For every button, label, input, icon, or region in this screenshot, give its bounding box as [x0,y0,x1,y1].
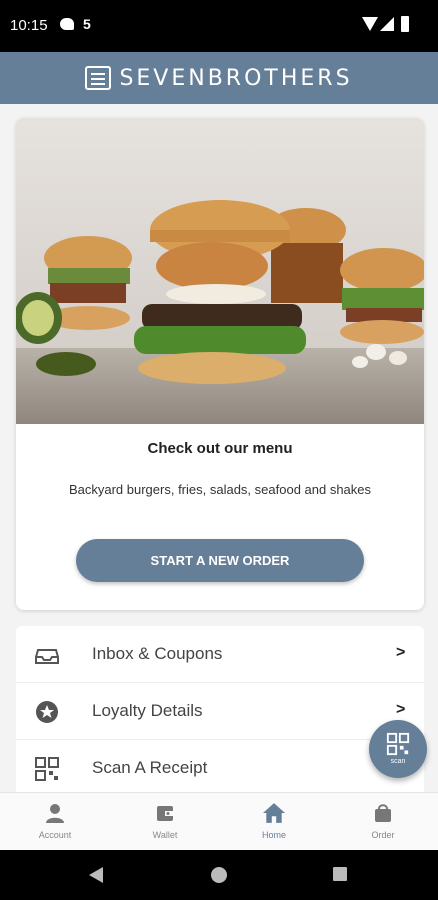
wallet-icon [157,806,173,821]
list-item-label: Scan A Receipt [92,758,208,777]
list-item-scan-receipt[interactable]: Scan A Receipt [16,740,424,792]
brand-name: SEVENBROTHERS [119,65,353,91]
nav-item-home[interactable]: Home [219,793,329,851]
menu-card: Check out our menu Backyard burgers, fri… [16,118,424,610]
qr-icon [35,757,59,781]
app-header: SEVENBROTHERS [0,52,438,104]
nav-label: Account [38,830,72,840]
nav-item-order[interactable]: Order [328,793,438,851]
brand-logo-icon [85,66,112,90]
list-item-label: Loyalty Details [92,701,203,720]
nav-item-account[interactable]: Account [0,793,110,851]
list-item-label: Inbox & Coupons [92,644,223,663]
nav-label: Wallet [152,830,178,840]
person-icon [46,804,64,823]
signal-icon [380,17,394,31]
recent-apps-icon[interactable] [333,867,347,881]
wifi-icon [362,17,378,31]
burgers-illustration [16,118,424,424]
back-icon[interactable] [89,867,103,883]
home-icon [263,803,285,823]
battery-icon [401,16,409,32]
notification-icon [60,18,74,30]
scan-label: scan [390,758,406,765]
qr-icon [386,732,410,756]
burgers-photo [16,118,424,424]
scan-fab-button[interactable]: scan [369,720,427,778]
list-item-inbox-coupons[interactable]: Inbox & Coupons > [16,626,424,683]
notification-count-icon: 5 [83,16,91,32]
nav-label: Order [371,830,395,840]
menu-card-subtitle: Backyard burgers, fries, salads, seafood… [68,482,372,497]
account-options-list: Inbox & Coupons > Loyalty Details > Scan… [16,626,424,792]
home-button-icon[interactable] [211,867,227,883]
nav-label: Home [261,830,286,840]
menu-card-title: Check out our menu [147,440,293,457]
bottom-navigation: Account Wallet Home Order [0,792,438,850]
nav-item-wallet[interactable]: Wallet [110,793,220,851]
start-new-order-button[interactable]: START A NEW ORDER [76,539,364,582]
bag-icon [375,804,391,822]
inbox-icon [35,649,59,664]
system-navigation-bar [0,850,438,900]
status-time: 10:15 [10,17,48,34]
chevron-right-icon: > [396,701,406,718]
list-item-loyalty-details[interactable]: Loyalty Details > [16,683,424,740]
chevron-right-icon: > [396,644,406,661]
star-icon [36,701,58,723]
status-bar: 10:15 5 [0,0,438,52]
